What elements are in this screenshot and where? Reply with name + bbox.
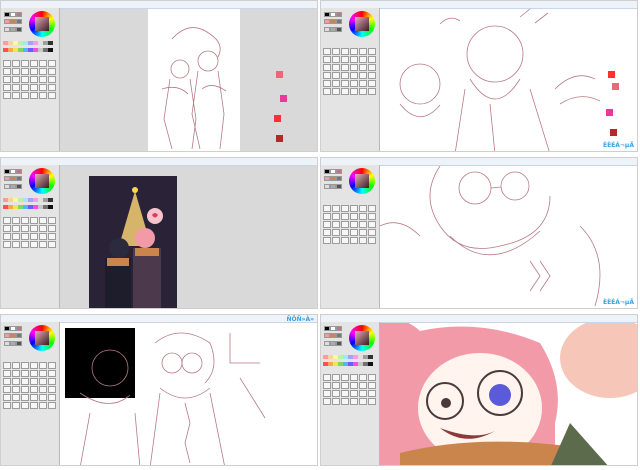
ref-chip: [276, 71, 283, 78]
brand-text: ÈÈÉ­Á¬µÄ: [602, 142, 634, 149]
ref-chip: [280, 95, 287, 102]
line-sketch: [399, 9, 601, 151]
canvas-area[interactable]: [380, 323, 637, 465]
canvas-area[interactable]: [60, 166, 317, 308]
line-sketch: [161, 27, 227, 150]
color-wheel-icon[interactable]: [29, 325, 55, 351]
brush-tool-icon[interactable]: [3, 362, 57, 409]
tool-panel: [321, 322, 380, 465]
ref-chip: [606, 109, 613, 116]
color-swatches[interactable]: [324, 12, 342, 34]
color-palette[interactable]: [3, 198, 55, 212]
canvas-area[interactable]: [380, 166, 637, 308]
colored-illustration: [380, 323, 637, 465]
brush-tool-icon[interactable]: [323, 205, 377, 244]
screenshot-panel-3: [0, 157, 318, 309]
ref-chip: [612, 83, 619, 90]
color-palette[interactable]: [323, 355, 375, 369]
screenshot-panel-2: ÈÈÉ­Á¬µÄ: [320, 0, 638, 152]
ref-chip: [274, 115, 281, 122]
tool-panel: [1, 165, 60, 308]
color-swatches[interactable]: [4, 326, 22, 348]
screenshot-panel-4: ÈÈÉ­Á¬µÄ: [320, 157, 638, 309]
tool-panel: [321, 165, 380, 308]
canvas-area[interactable]: [60, 9, 317, 151]
color-wheel-icon[interactable]: [29, 11, 55, 37]
canvas-area[interactable]: [380, 9, 637, 151]
colored-illustration: [89, 176, 177, 308]
screenshot-panel-6: [320, 314, 638, 466]
tool-panel: [1, 8, 60, 151]
tool-panel: [1, 322, 60, 465]
canvas-area[interactable]: [60, 323, 317, 465]
color-swatches[interactable]: [324, 169, 342, 191]
color-swatches[interactable]: [4, 169, 22, 191]
line-sketch: [380, 166, 601, 307]
color-wheel-icon[interactable]: [29, 168, 55, 194]
brand-text: ÈÈÉ­Á¬µÄ: [602, 299, 634, 306]
brush-tool-icon[interactable]: [323, 48, 377, 95]
brush-tool-icon[interactable]: [3, 60, 57, 99]
color-wheel-icon[interactable]: [349, 325, 375, 351]
ref-chip: [608, 71, 615, 78]
ref-chip: [276, 135, 283, 142]
brand-text: Ñ­Ô­Ñ»À»: [286, 316, 314, 323]
line-sketch: [65, 328, 266, 465]
color-palette[interactable]: [3, 41, 55, 55]
ref-chip: [610, 129, 617, 136]
brush-tool-icon[interactable]: [323, 374, 377, 405]
color-wheel-icon[interactable]: [349, 11, 375, 37]
screenshot-panel-1: [0, 0, 318, 152]
brush-tool-icon[interactable]: [3, 217, 57, 248]
color-swatches[interactable]: [324, 326, 342, 348]
tool-panel: [321, 8, 380, 151]
color-wheel-icon[interactable]: [349, 168, 375, 194]
screenshot-panel-5: Ñ­Ô­Ñ»À»: [0, 314, 318, 466]
color-swatches[interactable]: [4, 12, 22, 34]
